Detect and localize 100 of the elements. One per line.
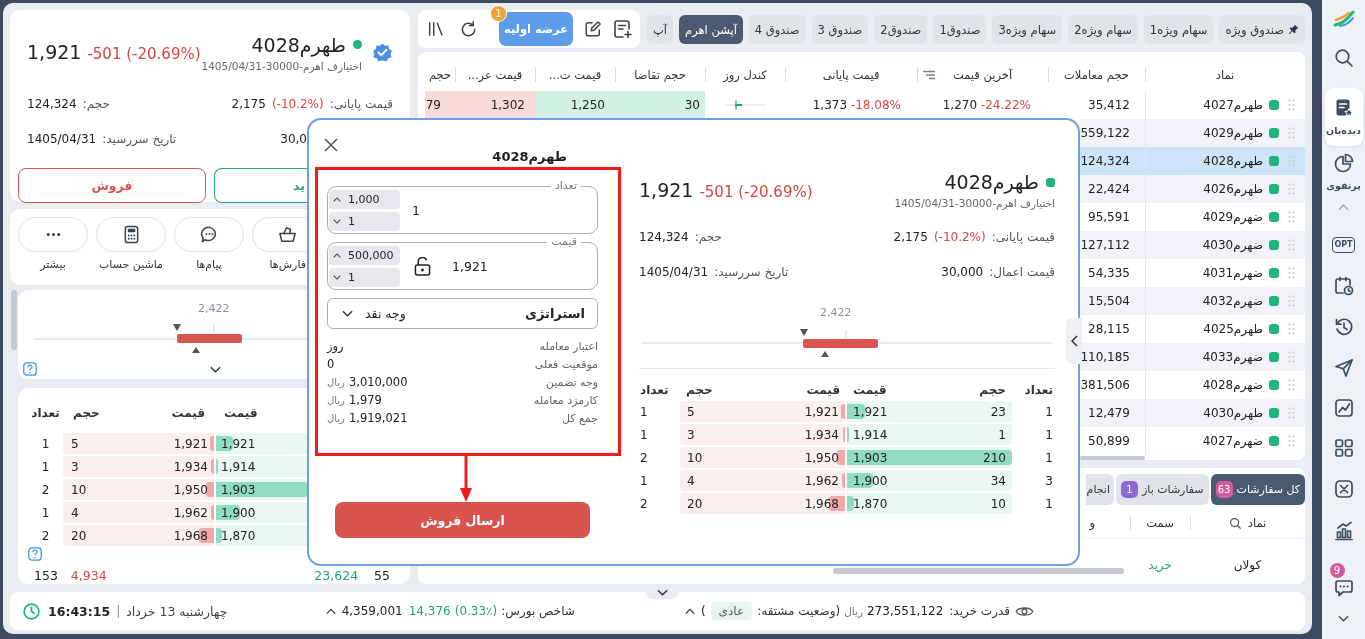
symbol-name[interactable]: ضهرم4033 bbox=[1202, 350, 1263, 364]
symbol-name[interactable]: ضهرم4029 bbox=[1202, 210, 1263, 224]
watchlist-tab[interactable]: صندوق ویژه bbox=[1219, 15, 1305, 44]
symbol-name[interactable]: ضهرم4031 bbox=[1202, 266, 1263, 280]
symbol-name[interactable]: طهرم4028 bbox=[1203, 154, 1263, 168]
column-header[interactable]: و bbox=[1080, 508, 1130, 538]
symbol-name[interactable]: ضهرم4028 bbox=[1202, 378, 1263, 392]
chevron-down-icon[interactable] bbox=[210, 365, 221, 373]
drag-handle-icon[interactable] bbox=[1288, 295, 1295, 307]
collapse-button[interactable] bbox=[1066, 318, 1082, 364]
help-icon[interactable] bbox=[28, 547, 42, 561]
calendar-clock-icon[interactable] bbox=[1333, 276, 1354, 296]
orders-button[interactable]: فارش‌ها bbox=[252, 217, 306, 285]
refresh-icon[interactable] bbox=[459, 19, 478, 39]
column-header: حجم bbox=[685, 383, 713, 397]
paper-plane-icon[interactable] bbox=[1333, 358, 1354, 378]
drag-handle-icon[interactable] bbox=[1288, 211, 1295, 223]
drag-handle-icon[interactable] bbox=[1288, 435, 1295, 447]
detail-label: کارمزد معامله bbox=[533, 393, 598, 407]
watchlist-tab[interactable]: صندوق1 bbox=[933, 15, 987, 44]
drag-handle-icon[interactable] bbox=[1288, 183, 1295, 195]
more-button[interactable]: بیشتر bbox=[18, 217, 88, 285]
step-up-button[interactable]: 500,000 bbox=[329, 245, 400, 265]
add-list-icon[interactable] bbox=[613, 19, 633, 39]
symbol-name[interactable]: ضهرم4027 bbox=[1202, 434, 1263, 448]
help-icon[interactable] bbox=[23, 362, 37, 376]
watchlist-tab[interactable]: سهام ویژه1 bbox=[1143, 15, 1214, 44]
watchlist-tab[interactable]: سهام ویژه2 bbox=[1068, 15, 1138, 44]
grid-icon[interactable] bbox=[1333, 438, 1354, 458]
symbol-name[interactable]: طهرم4026 bbox=[1203, 182, 1263, 196]
swoosh-logo-icon[interactable] bbox=[1332, 10, 1355, 27]
scrollbar-thumb[interactable] bbox=[833, 568, 1124, 574]
caret-up-icon[interactable] bbox=[325, 607, 336, 615]
opt-button[interactable]: OPT bbox=[1332, 237, 1355, 253]
column-header[interactable]: قیمت پایانی bbox=[785, 58, 917, 91]
symbol-name[interactable]: طهرم4029 bbox=[1203, 126, 1263, 140]
symbol-name[interactable]: طهرم4025 bbox=[1203, 322, 1263, 336]
column-header[interactable]: نماد bbox=[1190, 508, 1305, 538]
column-header[interactable]: حجم تقاضا bbox=[615, 58, 705, 91]
calculator-button[interactable]: ماشین حساب bbox=[96, 217, 166, 285]
square-cross-icon[interactable] bbox=[1333, 479, 1354, 499]
drag-handle-icon[interactable] bbox=[1288, 407, 1295, 419]
columns-icon[interactable] bbox=[427, 20, 445, 38]
table-cell-text: 1,270 -24.22% bbox=[941, 97, 1032, 114]
column-header[interactable]: قیمت ت... bbox=[535, 58, 615, 91]
caret-down-icon[interactable] bbox=[1338, 615, 1349, 622]
scrollbar-thumb[interactable] bbox=[11, 290, 17, 350]
step-down-button[interactable]: 1 bbox=[329, 211, 400, 231]
symbol-name[interactable]: طهرم4030 bbox=[1203, 406, 1263, 420]
watchlist-tab[interactable]: صندوق 3 bbox=[811, 15, 869, 44]
watchlist-tab[interactable]: آپ bbox=[647, 15, 674, 44]
column-header[interactable]: نماد bbox=[1145, 58, 1305, 91]
drag-handle-icon[interactable] bbox=[1288, 155, 1295, 167]
nav-item[interactable]: پرتفوی bbox=[1324, 148, 1363, 196]
search-icon[interactable] bbox=[1228, 516, 1242, 530]
submit-sell-button[interactable]: ارسال فروش bbox=[335, 502, 590, 538]
column-header[interactable]: سمت bbox=[1130, 508, 1190, 538]
sort-icon[interactable] bbox=[922, 70, 936, 80]
drag-handle-icon[interactable] bbox=[1288, 239, 1295, 251]
step-down-button[interactable]: 1 bbox=[329, 267, 400, 287]
orders-tab[interactable]: انجام bbox=[1085, 474, 1114, 505]
stat-label: قیمت پایانی: bbox=[991, 230, 1055, 244]
column-header[interactable]: قیمت عر... bbox=[455, 58, 535, 91]
symbol-name[interactable]: ضهرم4030 bbox=[1202, 238, 1263, 252]
drag-handle-icon[interactable] bbox=[1288, 99, 1295, 111]
bar-chart-icon[interactable] bbox=[1333, 521, 1354, 541]
drag-handle-icon[interactable] bbox=[1288, 267, 1295, 279]
scrollbar-thumb[interactable] bbox=[1080, 456, 1145, 460]
watchlist-tab[interactable]: آپشن اهرم bbox=[679, 15, 743, 44]
drag-handle-icon[interactable] bbox=[1288, 323, 1295, 335]
symbol-name[interactable]: طهرم4027 bbox=[1203, 98, 1263, 112]
column-header[interactable]: حجم bbox=[425, 58, 455, 91]
strategy-dropdown[interactable]: استراتژی وجه نقد bbox=[327, 298, 598, 329]
close-icon[interactable] bbox=[324, 138, 338, 152]
chat-icon[interactable] bbox=[1333, 578, 1354, 598]
order-volume: 210 bbox=[983, 450, 1007, 465]
watchlist-tab[interactable]: صندوق2 bbox=[874, 15, 928, 44]
watchlist-tab[interactable]: سهام ویژه3 bbox=[992, 15, 1063, 44]
sell-button[interactable]: فروش bbox=[18, 168, 206, 203]
watchlist-tab[interactable]: صندوق 4 bbox=[748, 15, 806, 44]
order-count: 1 bbox=[639, 427, 649, 442]
column-header[interactable]: کندل روز bbox=[705, 58, 785, 91]
drag-handle-icon[interactable] bbox=[1288, 379, 1295, 391]
step-up-button[interactable]: 1,000 bbox=[329, 189, 400, 209]
column-header[interactable]: حجم معاملات bbox=[1048, 58, 1145, 91]
line-chart-icon[interactable] bbox=[1333, 398, 1354, 418]
nav-item[interactable]: دیده‌بان bbox=[1324, 88, 1363, 146]
caret-up-icon[interactable] bbox=[684, 607, 695, 615]
column-header[interactable]: آخرین قیمت bbox=[917, 58, 1048, 91]
padlock-open-icon[interactable] bbox=[414, 256, 431, 276]
history-icon[interactable] bbox=[1333, 317, 1354, 337]
detail-value: 1,919,021 bbox=[348, 411, 408, 425]
eye-icon[interactable] bbox=[1015, 604, 1034, 618]
drag-handle-icon[interactable] bbox=[1288, 127, 1295, 139]
messages-button[interactable]: پیام‌ها bbox=[174, 217, 244, 285]
drag-handle-icon[interactable] bbox=[1288, 351, 1295, 363]
symbol-name[interactable]: ضهرم4032 bbox=[1202, 294, 1263, 308]
edit-icon[interactable] bbox=[584, 20, 602, 38]
search-icon[interactable] bbox=[1333, 48, 1354, 68]
order-price: 1,950 bbox=[173, 482, 209, 497]
